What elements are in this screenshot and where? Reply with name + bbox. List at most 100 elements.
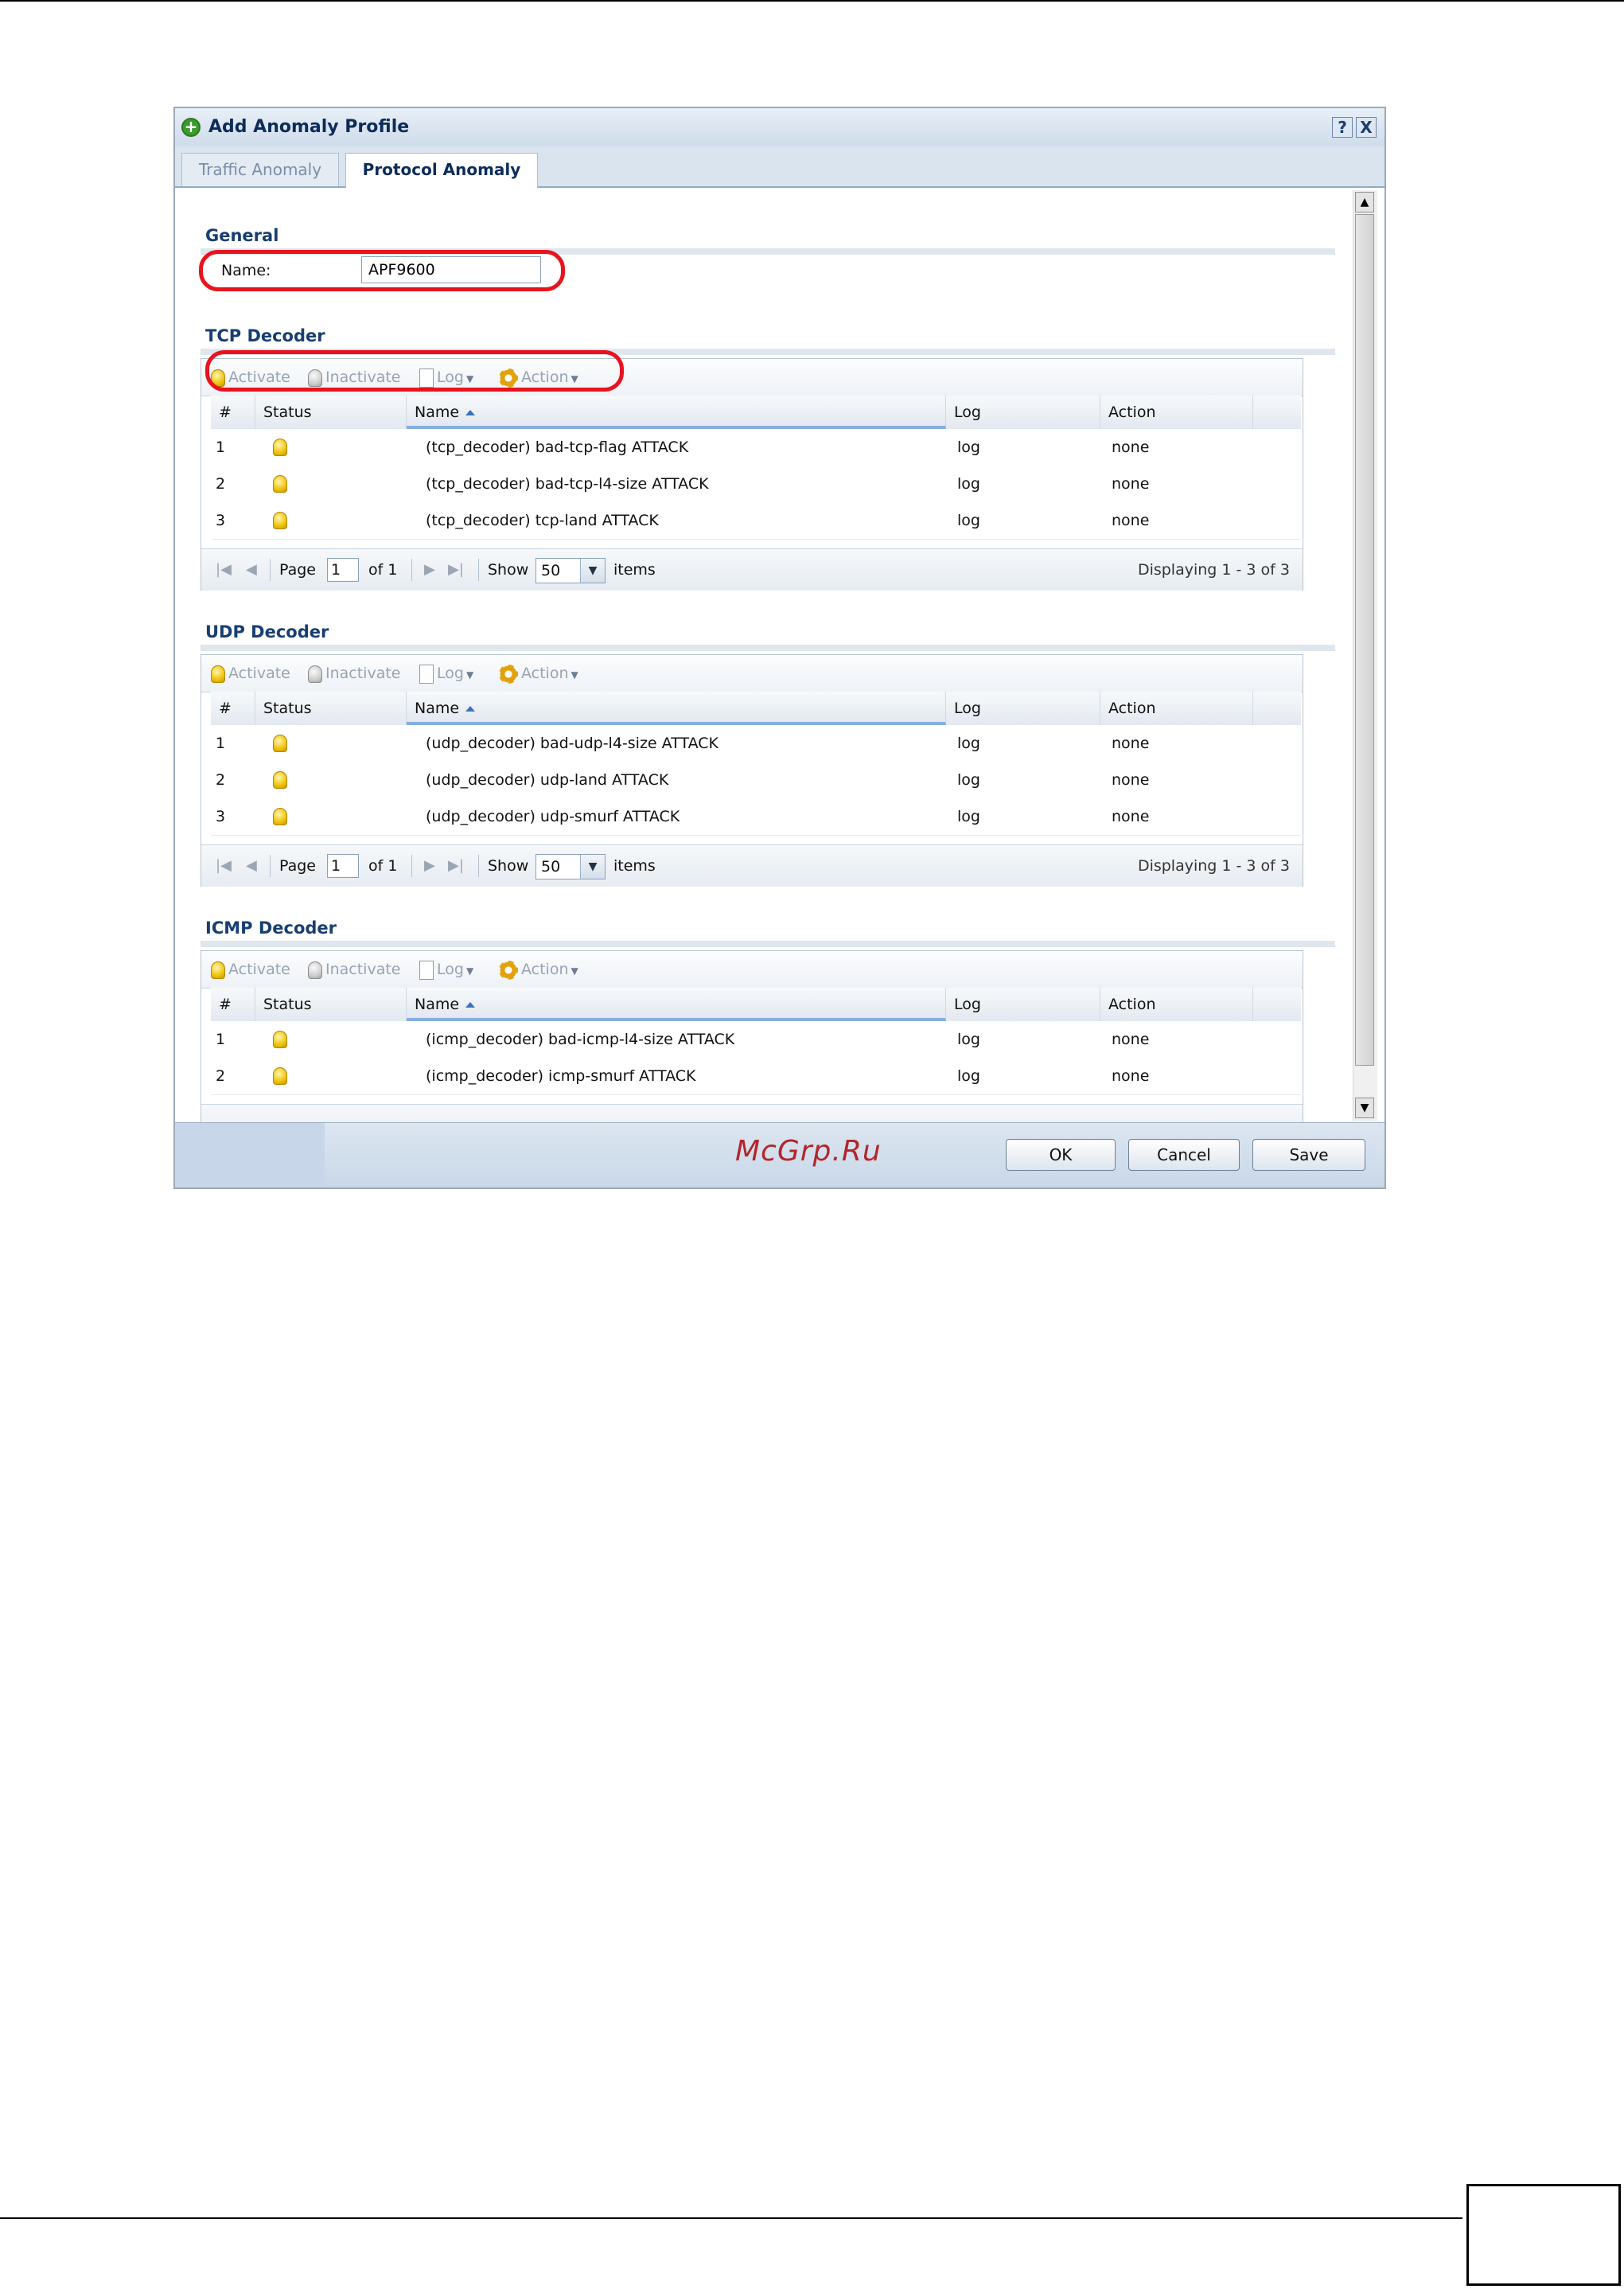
action-menu-button[interactable]: Action ▼ [499, 957, 578, 981]
table-row[interactable]: 2 (icmp_decoder) icmp-smurf ATTACK log n… [211, 1058, 1301, 1095]
bulb-on-icon [211, 665, 225, 683]
column-log[interactable]: Log [946, 692, 1100, 725]
row-name: (tcp_decoder) bad-tcp-flag ATTACK [426, 439, 689, 456]
row-log: log [957, 735, 980, 752]
chevron-down-icon[interactable]: ▼ [580, 559, 605, 583]
page-number-input[interactable]: 1 [327, 558, 359, 582]
row-log: log [957, 475, 980, 493]
status-bulb-icon[interactable] [273, 1067, 287, 1085]
next-page-icon[interactable]: ▶ [424, 845, 435, 887]
column-log[interactable]: Log [946, 988, 1100, 1021]
name-highlight-callout [199, 250, 565, 291]
scroll-up-icon[interactable]: ▲ [1355, 192, 1374, 213]
page-label: Page [279, 561, 316, 579]
row-action: none [1112, 771, 1150, 789]
display-count: Displaying 1 - 3 of 3 [1137, 561, 1290, 579]
column-name[interactable]: Name [407, 988, 946, 1021]
status-bulb-icon[interactable] [273, 1031, 287, 1048]
column-action[interactable]: Action [1100, 396, 1253, 429]
tab-bar: Traffic Anomaly Protocol Anomaly [175, 146, 1384, 188]
pager-divider [411, 855, 412, 877]
row-num: 3 [216, 512, 226, 529]
add-anomaly-profile-dialog: + Add Anomaly Profile ? X Traffic Anomal… [173, 107, 1386, 1189]
page-number-input[interactable]: 1 [327, 854, 359, 878]
log-menu-button[interactable]: Log ▼ [419, 957, 473, 981]
grid-pager: |◀ ◀ Page 1 of 1 ▶ ▶| Show 50 ▼ items Dis… [201, 844, 1303, 887]
status-bulb-icon[interactable] [273, 439, 287, 456]
action-menu-button[interactable]: Action ▼ [499, 661, 578, 685]
activate-button[interactable]: Activate [211, 661, 290, 685]
log-label: Log [437, 665, 464, 682]
last-page-icon[interactable]: ▶| [448, 549, 464, 591]
tab-traffic-anomaly[interactable]: Traffic Anomaly [181, 153, 339, 186]
chevron-down-icon: ▼ [465, 965, 474, 977]
grid-pager: |◀ ◀ Page 1 of 1 ▶ ▶| Show 50 ▼ items Dis… [201, 548, 1303, 591]
activate-button[interactable]: Activate [211, 957, 290, 981]
status-bulb-icon[interactable] [273, 808, 287, 825]
items-label: items [613, 857, 656, 875]
ok-button[interactable]: OK [1006, 1139, 1116, 1171]
column-num[interactable]: # [211, 692, 255, 725]
table-row[interactable]: 1 (icmp_decoder) bad-icmp-l4-size ATTACK… [211, 1021, 1301, 1059]
table-row[interactable]: 1 (udp_decoder) bad-udp-l4-size ATTACK l… [211, 725, 1301, 762]
bulb-off-icon [308, 961, 322, 979]
help-icon[interactable]: ? [1332, 117, 1353, 138]
column-action[interactable]: Action [1100, 988, 1253, 1021]
close-icon[interactable]: X [1356, 117, 1377, 138]
page-top-rule [0, 0, 1624, 2]
log-menu-button[interactable]: Log ▼ [419, 661, 473, 685]
table-row[interactable]: 2 (tcp_decoder) bad-tcp-l4-size ATTACK l… [211, 466, 1301, 503]
cancel-button[interactable]: Cancel [1128, 1139, 1240, 1171]
column-action[interactable]: Action [1100, 692, 1253, 725]
table-row[interactable]: 3 (udp_decoder) udp-smurf ATTACK log non… [211, 798, 1301, 836]
prev-page-icon[interactable]: ◀ [246, 549, 257, 591]
items-label: items [613, 561, 656, 579]
table-row[interactable]: 1 (tcp_decoder) bad-tcp-flag ATTACK log … [211, 429, 1301, 466]
vertical-scrollbar[interactable]: ▲ ▼ [1353, 190, 1377, 1121]
row-num: 2 [216, 1067, 226, 1085]
table-row[interactable]: 3 (tcp_decoder) tcp-land ATTACK log none [211, 502, 1301, 540]
sort-asc-icon [465, 1002, 476, 1008]
inactivate-button[interactable]: Inactivate [308, 661, 401, 685]
chevron-down-icon[interactable]: ▼ [580, 855, 605, 879]
page-size-select[interactable]: 50 ▼ [535, 854, 606, 879]
prev-page-icon[interactable]: ◀ [246, 845, 257, 887]
column-status[interactable]: Status [255, 396, 407, 429]
column-status[interactable]: Status [255, 988, 407, 1021]
column-name[interactable]: Name [407, 692, 946, 725]
status-bulb-icon[interactable] [273, 512, 287, 529]
row-action: none [1112, 512, 1150, 529]
last-page-icon[interactable]: ▶| [448, 845, 464, 887]
column-status[interactable]: Status [255, 692, 407, 725]
activate-label: Activate [228, 665, 290, 682]
column-name[interactable]: Name [407, 396, 946, 429]
status-bulb-icon[interactable] [273, 735, 287, 752]
column-num[interactable]: # [211, 988, 255, 1021]
pager-divider [411, 559, 412, 581]
first-page-icon[interactable]: |◀ [216, 845, 232, 887]
first-page-icon[interactable]: |◀ [216, 549, 232, 591]
inactivate-button[interactable]: Inactivate [308, 957, 401, 981]
page-label: Page [279, 857, 316, 875]
column-num[interactable]: # [211, 396, 255, 429]
row-log: log [957, 771, 980, 789]
status-bulb-icon[interactable] [273, 475, 287, 493]
scroll-thumb[interactable] [1355, 214, 1374, 1066]
page-size-select[interactable]: 50 ▼ [535, 558, 606, 583]
row-log: log [957, 439, 980, 456]
inactivate-label: Inactivate [325, 961, 401, 978]
save-button[interactable]: Save [1252, 1139, 1365, 1171]
status-bulb-icon[interactable] [273, 771, 287, 789]
column-name-label: Name [415, 996, 460, 1013]
row-name: (udp_decoder) bad-udp-l4-size ATTACK [426, 735, 719, 752]
table-row[interactable]: 2 (udp_decoder) udp-land ATTACK log none [211, 762, 1301, 799]
scroll-down-icon[interactable]: ▼ [1355, 1098, 1374, 1118]
next-page-icon[interactable]: ▶ [424, 549, 435, 591]
tab-protocol-anomaly[interactable]: Protocol Anomaly [345, 153, 538, 188]
column-log[interactable]: Log [946, 396, 1100, 429]
icmp-decoder-heading: ICMP Decoder [205, 918, 337, 938]
row-name: (icmp_decoder) bad-icmp-l4-size ATTACK [426, 1031, 735, 1048]
display-count: Displaying 1 - 3 of 3 [1137, 857, 1290, 875]
udp-decoder-heading: UDP Decoder [205, 622, 329, 641]
show-label: Show [488, 857, 529, 875]
